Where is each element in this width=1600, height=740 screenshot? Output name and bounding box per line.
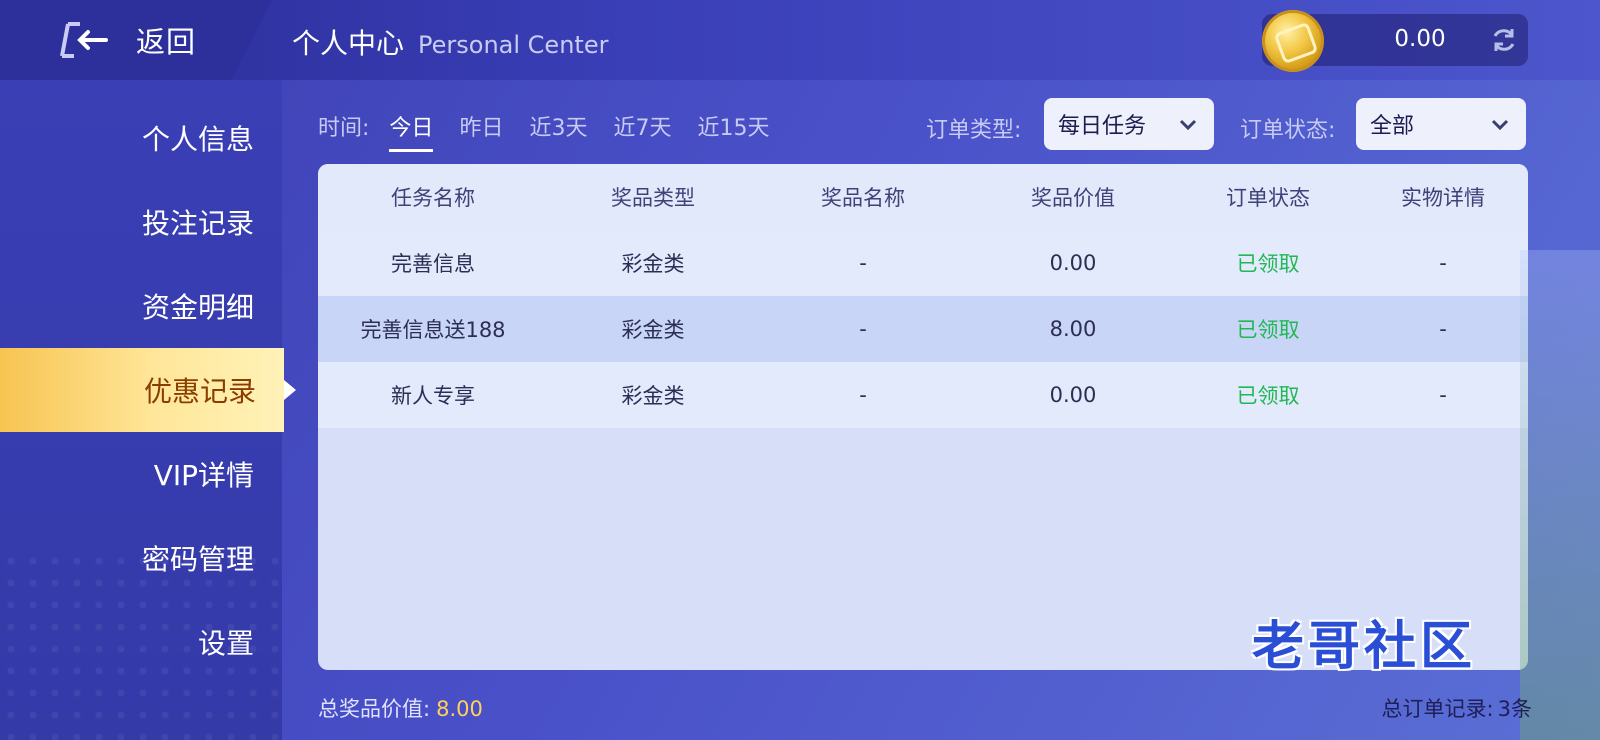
prize-type: 彩金类 bbox=[621, 252, 685, 276]
total-value: 8.00 bbox=[436, 697, 483, 721]
top-bar: 返回 个人中心 Personal Center 0.00 bbox=[0, 0, 1600, 80]
item-details: - bbox=[1439, 383, 1447, 407]
table-header: 任务名称 奖品类型 奖品名称 奖品价值 订单状态 实物详情 bbox=[318, 164, 1528, 230]
sidebar-item-password[interactable]: 密码管理 bbox=[0, 516, 282, 600]
total-records: 3条 bbox=[1497, 697, 1532, 721]
back-button[interactable]: 返回 bbox=[58, 14, 196, 66]
order-type-select[interactable]: 每日任务 bbox=[1044, 98, 1214, 150]
back-label: 返回 bbox=[136, 25, 197, 59]
sidebar-item-promo-records[interactable]: 优惠记录 bbox=[0, 348, 296, 432]
time-tab-3days[interactable]: 近3天 bbox=[529, 110, 587, 142]
total-records-label: 总订单记录: bbox=[1381, 697, 1494, 721]
page-title-cn: 个人中心 bbox=[292, 27, 405, 60]
time-tab-yesterday[interactable]: 昨日 bbox=[459, 110, 503, 142]
promo-records-table: 任务名称 奖品类型 奖品名称 奖品价值 订单状态 实物详情 完善信息 彩金类 -… bbox=[318, 164, 1528, 670]
time-label: 时间: bbox=[318, 116, 370, 141]
item-details: - bbox=[1439, 317, 1447, 341]
prize-value: 0.00 bbox=[1049, 383, 1097, 407]
chevron-down-icon bbox=[1491, 119, 1509, 131]
order-status-value: 全部 bbox=[1370, 114, 1415, 139]
table-row: 完善信息送188 彩金类 - 8.00 已领取 - bbox=[318, 296, 1528, 362]
sidebar-item-fund-details[interactable]: 资金明细 bbox=[0, 264, 282, 348]
prize-name: - bbox=[859, 317, 867, 341]
task-name: 新人专享 bbox=[391, 384, 475, 408]
column-header: 奖品价值 bbox=[1031, 186, 1115, 210]
order-status-label: 订单状态: bbox=[1240, 118, 1336, 143]
back-arrow-icon bbox=[60, 22, 108, 58]
order-status-select[interactable]: 全部 bbox=[1356, 98, 1526, 150]
coin-icon bbox=[1262, 10, 1324, 72]
page-title-en: Personal Center bbox=[418, 31, 609, 59]
total-prize-value: 总奖品价值: 8.00 bbox=[318, 693, 483, 723]
order-status: 已领取 bbox=[1236, 318, 1300, 342]
sidebar-item-vip-details[interactable]: VIP详情 bbox=[0, 432, 282, 516]
prize-type: 彩金类 bbox=[621, 318, 685, 342]
total-order-records: 总订单记录: 3条 bbox=[1382, 693, 1532, 723]
prize-value: 8.00 bbox=[1049, 317, 1097, 341]
chevron-down-icon bbox=[1179, 119, 1197, 131]
order-status: 已领取 bbox=[1236, 384, 1300, 408]
watermark-logo: 老哥社区 bbox=[1252, 617, 1477, 677]
column-header: 订单状态 bbox=[1226, 186, 1310, 210]
refresh-icon[interactable] bbox=[1490, 26, 1518, 54]
prize-name: - bbox=[859, 251, 867, 275]
column-header: 实物详情 bbox=[1401, 186, 1485, 210]
table-row: 新人专享 彩金类 - 0.00 已领取 - bbox=[318, 362, 1528, 428]
page-title: 个人中心 Personal Center bbox=[292, 22, 608, 62]
sidebar-item-bet-records[interactable]: 投注记录 bbox=[0, 180, 282, 264]
column-header: 奖品类型 bbox=[611, 186, 695, 210]
table-row: 完善信息 彩金类 - 0.00 已领取 - bbox=[318, 230, 1528, 296]
task-name: 完善信息 bbox=[391, 252, 475, 276]
column-header: 任务名称 bbox=[391, 186, 475, 210]
sidebar-item-personal-info[interactable]: 个人信息 bbox=[0, 96, 282, 180]
time-tab-15days[interactable]: 近15天 bbox=[697, 110, 769, 142]
item-details: - bbox=[1439, 251, 1447, 275]
order-type-label: 订单类型: bbox=[926, 118, 1022, 143]
task-name: 完善信息送188 bbox=[360, 318, 506, 342]
sidebar: 个人信息 投注记录 资金明细 优惠记录 VIP详情 密码管理 设置 bbox=[0, 80, 296, 740]
column-header: 奖品名称 bbox=[821, 186, 905, 210]
prize-value: 0.00 bbox=[1049, 251, 1097, 275]
total-value-label: 总奖品价值: bbox=[318, 697, 431, 721]
prize-type: 彩金类 bbox=[621, 384, 685, 408]
order-type-value: 每日任务 bbox=[1058, 114, 1147, 139]
time-tab-7days[interactable]: 近7天 bbox=[613, 110, 671, 142]
sidebar-item-settings[interactable]: 设置 bbox=[0, 600, 282, 684]
order-status: 已领取 bbox=[1236, 252, 1300, 276]
time-tab-today[interactable]: 今日 bbox=[389, 110, 434, 152]
time-filter: 时间: 今日 昨日 近3天 近7天 近15天 bbox=[318, 106, 795, 152]
prize-name: - bbox=[859, 383, 867, 407]
balance-value: 0.00 bbox=[1394, 26, 1446, 52]
